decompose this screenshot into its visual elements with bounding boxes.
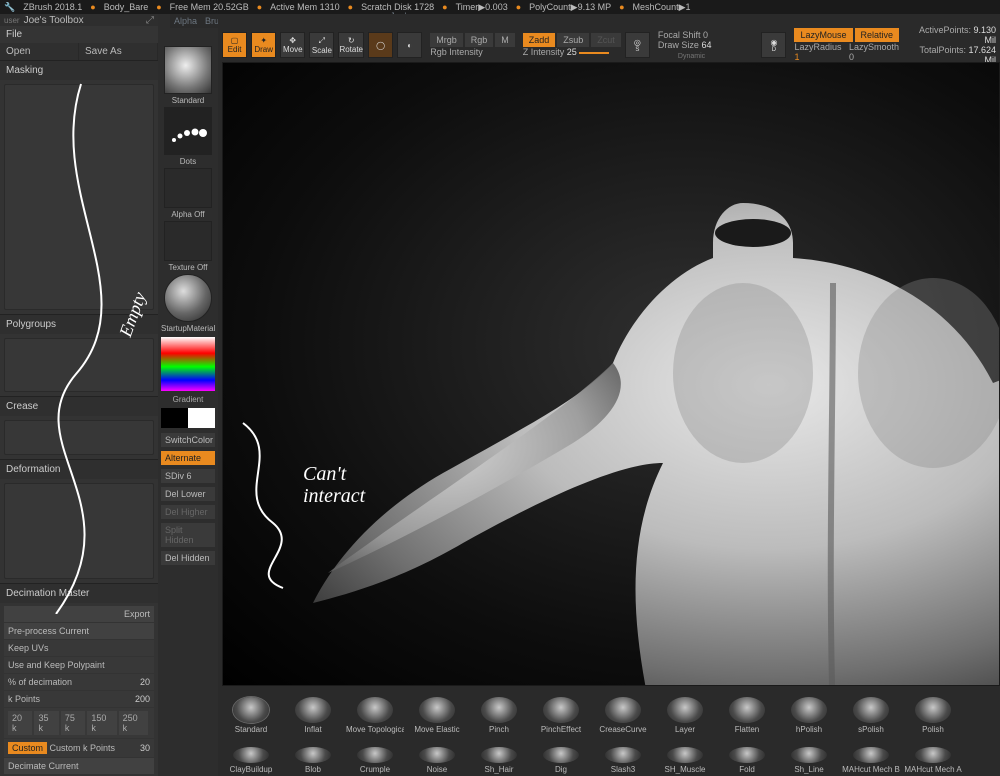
keep-uvs-toggle[interactable]: Keep UVs xyxy=(4,640,154,656)
panel-title: Joe's Toolbox xyxy=(24,15,84,26)
crease-body xyxy=(4,420,154,455)
move-button[interactable]: ✥Move xyxy=(280,32,305,58)
focal-shift[interactable]: Focal Shift 0 xyxy=(658,30,757,40)
brush-claybuildup[interactable]: ClayBuildup xyxy=(222,747,280,774)
lazysmooth[interactable]: LazySmooth 0 xyxy=(849,42,904,62)
file-menu[interactable]: File xyxy=(0,26,79,43)
viewport[interactable]: Can't interact xyxy=(222,62,1000,686)
zsub-toggle[interactable]: Zsub xyxy=(557,33,589,47)
section-deformation[interactable]: Deformation xyxy=(0,459,158,479)
polygroups-body xyxy=(4,338,154,392)
scale-button[interactable]: ⤢Scale xyxy=(309,32,334,58)
brush-move-elastic[interactable]: Move Elastic xyxy=(408,697,466,734)
brush-crumple[interactable]: Crumple xyxy=(346,747,404,774)
rgb-toggle[interactable]: Rgb xyxy=(465,33,494,47)
sdiv-slider[interactable]: SDiv 6 xyxy=(161,469,215,483)
gizmo-button[interactable]: ◯ xyxy=(368,32,393,58)
brush-polish[interactable]: Polish xyxy=(904,697,962,734)
color-picker[interactable] xyxy=(161,337,215,391)
texture-slot[interactable]: Texture Off xyxy=(161,221,215,272)
keep-polypaint-toggle[interactable]: Use and Keep Polypaint xyxy=(4,657,154,673)
rotate-button[interactable]: ↻Rotate xyxy=(338,32,364,58)
dock-icon[interactable]: ⤢ xyxy=(146,15,154,26)
brush-shline[interactable]: Sh_Line xyxy=(780,747,838,774)
brush-layer[interactable]: Layer xyxy=(656,697,714,734)
brush-shmuscle[interactable]: SH_Muscle xyxy=(656,747,714,774)
section-crease[interactable]: Crease xyxy=(0,396,158,416)
brush-mahcuta[interactable]: MAHcut Mech A xyxy=(904,747,962,774)
brush-shhair[interactable]: Sh_Hair xyxy=(470,747,528,774)
brush-pinch[interactable]: Pinch xyxy=(470,697,528,734)
active-points: ActivePoints: 9.130 Mil xyxy=(908,25,996,45)
alternate-button[interactable]: Alternate xyxy=(161,451,215,465)
title-bar: 🔧 ZBrush 2018.1 ●Body_Bare ●Free Mem 20.… xyxy=(0,0,1000,14)
sculptris-button[interactable]: ◐ xyxy=(397,32,422,58)
delhidden-button[interactable]: Del Hidden xyxy=(161,551,215,565)
brush-hpolish[interactable]: hPolish xyxy=(780,697,838,734)
brush-spolish[interactable]: sPolish xyxy=(842,697,900,734)
dellower-button[interactable]: Del Lower xyxy=(161,487,215,501)
brush-blob[interactable]: Blob xyxy=(284,747,342,774)
mrgb-toggle[interactable]: Mrgb xyxy=(430,33,463,47)
alpha-slot[interactable]: Alpha Off xyxy=(161,168,215,219)
left-panel: user Joe's Toolbox ⤢ File Open Save As M… xyxy=(0,14,158,776)
masking-body xyxy=(4,84,154,310)
section-decimation[interactable]: Decimation Master xyxy=(0,583,158,603)
brush-creasecurve[interactable]: CreaseCurve xyxy=(594,697,652,734)
zadd-toggle[interactable]: Zadd xyxy=(523,33,556,47)
brush-noise[interactable]: Noise xyxy=(408,747,466,774)
material-slot[interactable]: StartupMaterial xyxy=(161,274,215,333)
lazyradius[interactable]: LazyRadius 1 xyxy=(794,42,847,62)
z-intensity[interactable]: Z Intensity 25 xyxy=(523,47,621,57)
relative-toggle[interactable]: Relative xyxy=(855,28,900,42)
side-tray: Standard Dots Alpha Off Texture Off Star… xyxy=(158,14,218,776)
brush-slash3[interactable]: Slash3 xyxy=(594,747,652,774)
splithidden-button: Split Hidden xyxy=(161,523,215,547)
deformation-body xyxy=(4,483,154,579)
lazy-icon[interactable]: ◉D xyxy=(761,32,786,58)
brush-pincheffect[interactable]: PinchEffect xyxy=(532,697,590,734)
switchcolor-button[interactable]: SwitchColor xyxy=(161,433,215,447)
export-button[interactable]: Export xyxy=(4,606,154,622)
zcut-toggle: Zcut xyxy=(591,33,621,47)
section-masking[interactable]: Masking xyxy=(0,60,158,80)
brush-row-1: Standard Inflat Move Topologica Move Ela… xyxy=(218,686,1000,744)
annotation-cant-interact: Can't interact xyxy=(303,463,365,507)
color-swatches[interactable] xyxy=(161,408,215,428)
rgb-intensity[interactable]: Rgb Intensity xyxy=(430,47,515,57)
draw-size[interactable]: Draw Size 64 Dynamic xyxy=(658,40,757,60)
canvas-area: ▢Edit ✦Draw ✥Move ⤢Scale ↻Rotate ◯ ◐ Mrg… xyxy=(218,14,1000,776)
gradient-label: Gradient xyxy=(173,395,204,404)
draw-button[interactable]: ✦Draw xyxy=(251,32,276,58)
menu-item[interactable]: Alpha xyxy=(174,16,197,26)
brush-move-topo[interactable]: Move Topologica xyxy=(346,697,404,734)
brush-mahcutb[interactable]: MAHcut Mech B xyxy=(842,747,900,774)
brush-flatten[interactable]: Flatten xyxy=(718,697,776,734)
m-toggle[interactable]: M xyxy=(495,33,515,47)
sculpt-mesh xyxy=(273,163,1000,686)
top-toolbar: ▢Edit ✦Draw ✥Move ⤢Scale ↻Rotate ◯ ◐ Mrg… xyxy=(218,28,1000,58)
brush-row-2: ClayBuildup Blob Crumple Noise Sh_Hair D… xyxy=(218,744,1000,776)
brush-fold[interactable]: Fold xyxy=(718,747,776,774)
decimate-button[interactable]: Decimate Current xyxy=(4,758,154,774)
custom-row[interactable]: Custom Custom k Points30 xyxy=(4,739,154,757)
brush-dig[interactable]: Dig xyxy=(532,747,590,774)
preprocess-button[interactable]: Pre-process Current xyxy=(4,623,154,639)
brush-slot[interactable]: Standard xyxy=(161,46,215,105)
kpoints-slider[interactable]: k Points200 xyxy=(4,691,154,707)
kpoints-presets[interactable]: 20 k 35 k 75 k 150 k 250 k xyxy=(4,708,154,738)
saveas-button[interactable]: Save As xyxy=(79,43,158,60)
stroke-slot[interactable]: Dots xyxy=(161,107,215,166)
edit-button[interactable]: ▢Edit xyxy=(222,32,247,58)
delhigher-button: Del Higher xyxy=(161,505,215,519)
focal-icon[interactable]: ◎S xyxy=(625,32,650,58)
pct-slider[interactable]: % of decimation20 xyxy=(4,674,154,690)
open-button[interactable]: Open xyxy=(0,43,79,60)
lazymouse-toggle[interactable]: LazyMouse xyxy=(794,28,852,42)
brush-standard[interactable]: Standard xyxy=(222,697,280,734)
brush-inflat[interactable]: Inflat xyxy=(284,697,342,734)
